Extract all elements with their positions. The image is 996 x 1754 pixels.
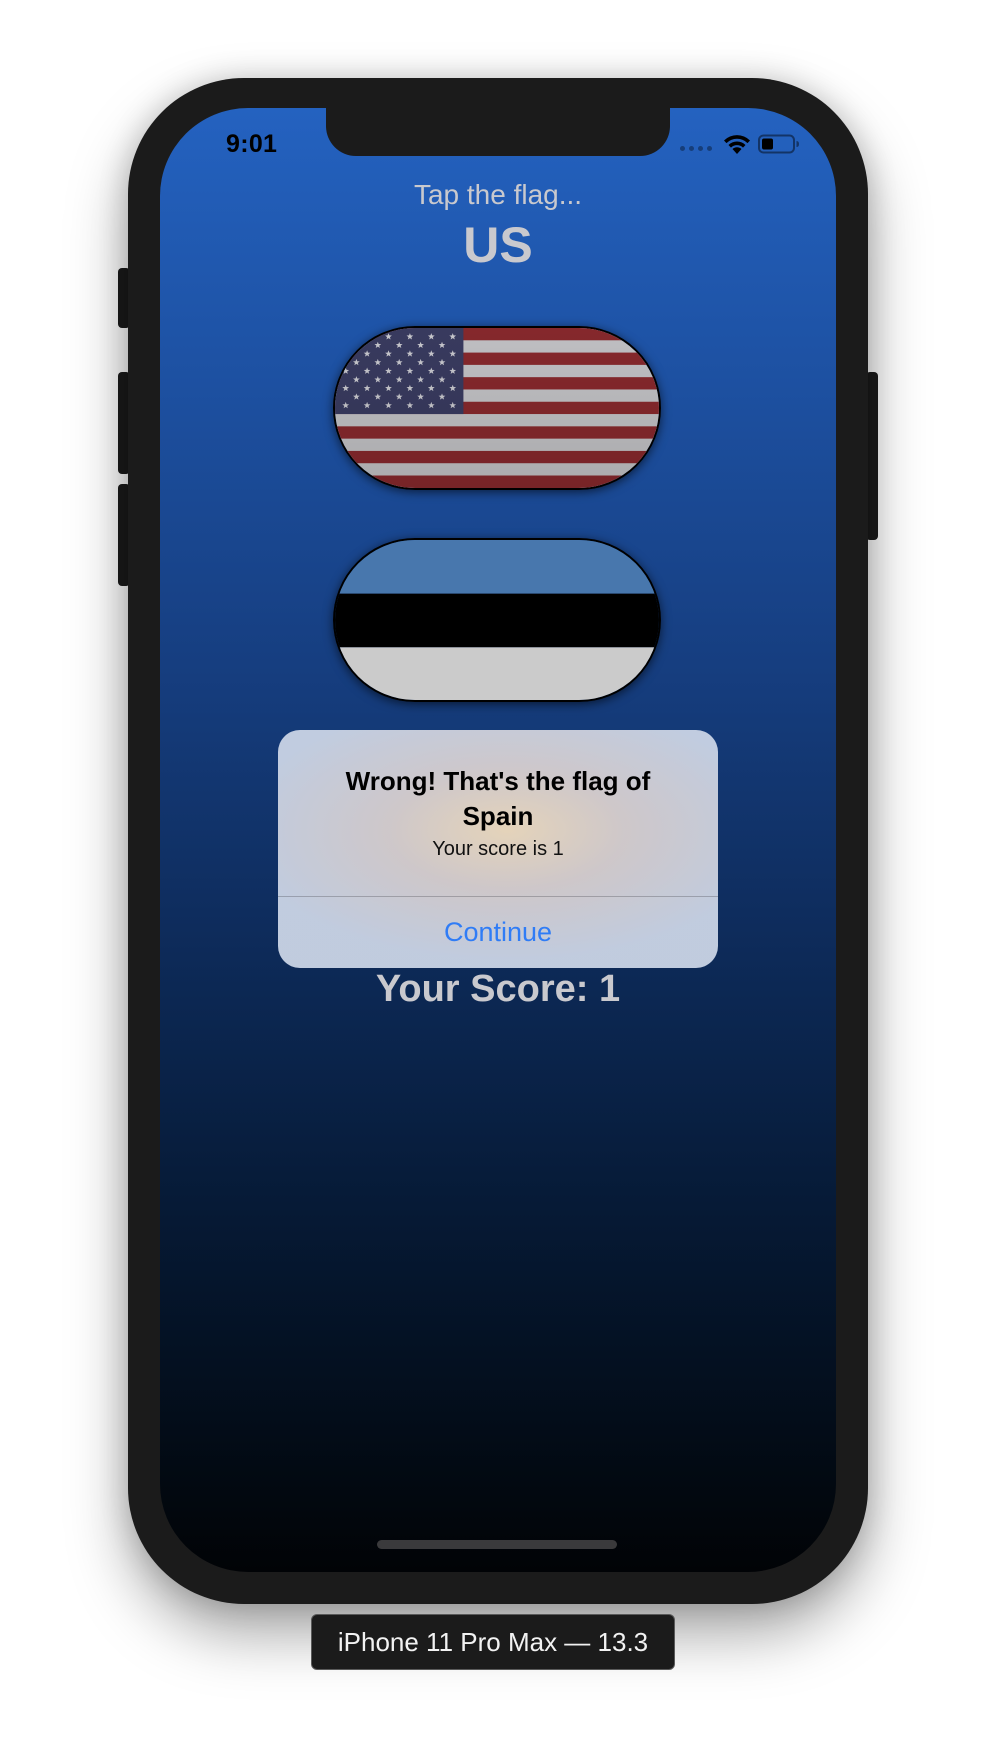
- cellular-signal-icon: [680, 146, 712, 151]
- alert-message: Your score is 1: [432, 838, 564, 860]
- battery-icon: [758, 134, 799, 154]
- alert-title: Wrong! That's the flag of Spain: [345, 766, 651, 831]
- continue-button[interactable]: Continue: [278, 897, 718, 968]
- device-label: iPhone 11 Pro Max — 13.3: [311, 1614, 675, 1670]
- prompt-label: Tap the flag...: [413, 179, 583, 210]
- score-label: Your Score: 1: [375, 968, 621, 1010]
- alert-dialog: Wrong! That's the flag of Spain Your sco…: [278, 730, 718, 968]
- flag-button-estonia[interactable]: [333, 538, 661, 702]
- home-indicator[interactable]: [377, 1540, 617, 1549]
- target-country-label: US: [463, 217, 533, 273]
- app-screen: 9:01 Tap the flag... US Your Score: 1 Wr…: [160, 108, 836, 1572]
- status-time: 9:01: [226, 130, 278, 158]
- us-flag-icon: [335, 328, 659, 488]
- estonia-flag-icon: [335, 540, 659, 700]
- flag-button-us[interactable]: [333, 326, 661, 490]
- notch: [326, 108, 670, 156]
- wifi-icon: [724, 135, 750, 154]
